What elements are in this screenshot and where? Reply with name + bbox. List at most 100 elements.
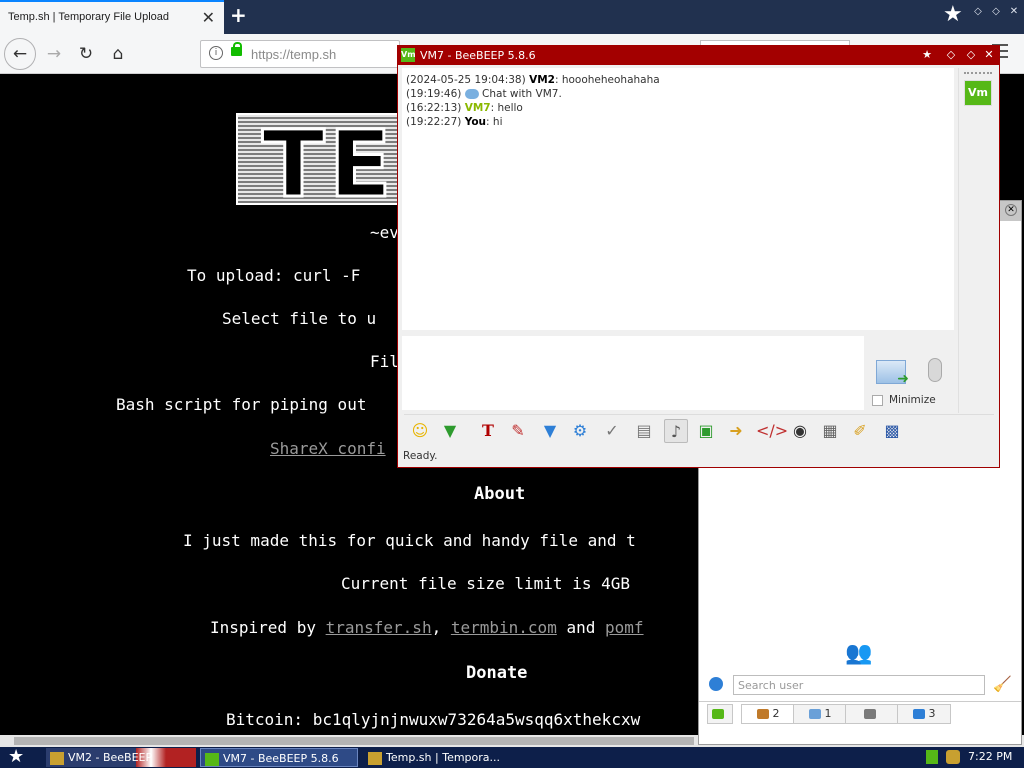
edit-icon[interactable]: ✐	[848, 419, 872, 443]
taskbar-item-vm7-beebeep[interactable]: VM7 - BeeBEEP 5.8.6	[200, 748, 358, 767]
spellcheck-icon[interactable]: ✓	[600, 419, 624, 443]
beebeep-icon	[50, 751, 64, 765]
taskbar-item-temp-sh[interactable]: Temp.sh | Tempora...	[364, 748, 504, 767]
url-text: https://temp.sh	[251, 47, 337, 62]
chat-toolbar: ☺ ▼ T ✎ ▼ ⚙ ✓ ▤ ♪ ▣ ➜ </> ◉ ▦ ✐ ▩	[404, 414, 994, 448]
close-icon[interactable]: ✕	[1005, 204, 1017, 216]
inspired-by-line: Inspired by transfer.sh, termbin.com and…	[210, 618, 644, 637]
checkbox[interactable]	[872, 394, 883, 406]
splitter-handle[interactable]	[964, 72, 992, 74]
tab-users[interactable]: 2	[741, 704, 795, 724]
forward-button[interactable]: →	[40, 40, 68, 68]
search-user-input[interactable]: Search user	[733, 675, 985, 695]
window-restore-icon[interactable]: ◇	[972, 6, 984, 18]
about-text: I just made this for quick and handy fil…	[183, 531, 636, 550]
chat-title-bar: Vm VM7 - BeeBEEP 5.8.6 ★ ◇ ◇ ✕	[398, 46, 999, 65]
back-button[interactable]: ←	[4, 38, 36, 70]
chat-bubble-icon	[464, 89, 479, 99]
donate-heading: Donate	[466, 663, 528, 683]
and-text: and	[566, 618, 596, 637]
chat-message: (19:19:46) Chat with VM7.	[406, 88, 562, 100]
browser-tab-strip: Temp.sh | Temporary File Upload ✕ + ★ ◇ …	[0, 0, 1024, 34]
window-maximize-icon[interactable]: ◇	[964, 48, 978, 62]
chat-message: (16:22:13) VM7: hello	[406, 102, 523, 114]
minimize-checkbox[interactable]: Minimize	[872, 394, 936, 406]
beebeep-chat-window: Vm VM7 - BeeBEEP 5.8.6 ★ ◇ ◇ ✕ (2024-05-…	[397, 45, 1000, 468]
users-icon	[756, 709, 769, 719]
home-button[interactable]: ⌂	[104, 40, 132, 68]
send-icon[interactable]	[876, 360, 909, 387]
status-bar: Ready.	[403, 450, 438, 462]
send-folder-icon[interactable]: ➜	[724, 419, 748, 443]
send-file-icon[interactable]: ▣	[694, 419, 718, 443]
save-icon[interactable]: ▩	[880, 419, 904, 443]
font-color-icon[interactable]: ✎	[506, 419, 530, 443]
chat-icon	[808, 709, 821, 719]
comma: ,	[431, 618, 442, 637]
reload-button[interactable]: ↻	[72, 40, 100, 68]
font-icon[interactable]: T	[476, 419, 500, 443]
filter-icon[interactable]: ▼	[538, 419, 562, 443]
scrollbar-thumb[interactable]	[14, 737, 694, 745]
share-icon	[912, 709, 925, 719]
transfer-sh-link[interactable]: transfer.sh	[326, 618, 432, 637]
expand-icon[interactable]: ▼	[438, 419, 462, 443]
emoticon-icon[interactable]: ☺	[408, 419, 432, 443]
inspired-prefix: Inspired by	[210, 618, 316, 637]
users-icon: 👥	[845, 641, 873, 666]
star-icon[interactable]: ★	[920, 48, 934, 62]
vm-avatar-icon: Vm	[401, 48, 416, 62]
tab-shares[interactable]: 3	[897, 704, 951, 724]
taskbar-clock: 7:22 PM	[968, 750, 1013, 763]
window-minimize-icon[interactable]: ◇	[944, 48, 958, 62]
about-heading: About	[474, 484, 526, 504]
member-avatar[interactable]: Vm	[964, 80, 992, 106]
select-file-text: Select file to u	[222, 309, 377, 328]
termbin-link[interactable]: termbin.com	[451, 618, 557, 637]
tagline: ~ev	[370, 223, 399, 242]
globe-icon	[709, 677, 723, 691]
taskbar: ★ VM2 - BeeBEEP VM7 - BeeBEEP 5.8.6 Temp…	[0, 747, 1024, 768]
tray-network-icon[interactable]	[926, 750, 938, 764]
upload-instruction: To upload: curl -F	[187, 266, 361, 285]
bitcoin-address: Bitcoin: bc1qlyjnjnwuxw73264a5wsqq6xthek…	[226, 710, 641, 729]
vm-icon	[205, 752, 219, 766]
code-icon[interactable]: </>	[756, 419, 788, 443]
window-close-icon[interactable]: ✕	[982, 48, 996, 62]
star-icon: ★	[943, 2, 963, 27]
temp-sh-logo: TE	[236, 110, 416, 220]
dictionary-icon[interactable]: ▤	[632, 419, 656, 443]
chat-message: (19:22:27) You: hi	[406, 116, 503, 128]
history-icon[interactable]: ▦	[818, 419, 842, 443]
lock-icon	[231, 42, 242, 56]
tab-groups[interactable]	[845, 704, 899, 724]
browser-tab-active[interactable]: Temp.sh | Temporary File Upload ✕	[0, 0, 224, 34]
address-bar[interactable]: i https://temp.sh	[200, 40, 400, 68]
sharex-config-link[interactable]: ShareX confi	[270, 439, 386, 458]
browser-icon	[368, 751, 382, 765]
chat-messages: (2024-05-25 19:04:38) VM2: hoooheheohaha…	[402, 68, 954, 330]
clear-search-icon[interactable]: 🧹	[993, 675, 1012, 693]
close-tab-icon[interactable]: ✕	[202, 8, 215, 27]
divider	[958, 68, 959, 413]
message-input[interactable]	[402, 336, 864, 410]
window-maximize-icon[interactable]: ◇	[990, 6, 1002, 18]
settings-icon[interactable]: ⚙	[568, 419, 592, 443]
window-close-icon[interactable]: ✕	[1008, 6, 1020, 18]
screenshot-icon[interactable]: ◉	[788, 419, 812, 443]
group-icon	[864, 709, 876, 719]
start-star-icon[interactable]: ★	[8, 747, 24, 767]
sound-icon[interactable]: ♪	[664, 419, 688, 443]
microphone-icon[interactable]	[928, 358, 942, 382]
taskbar-item-vm2-beebeep[interactable]: VM2 - BeeBEEP	[46, 748, 196, 767]
info-icon[interactable]: i	[209, 46, 223, 60]
pomf-link[interactable]: pomf	[605, 618, 644, 637]
new-tab-button[interactable]: +	[230, 3, 247, 27]
minimize-label: Minimize	[889, 394, 936, 406]
chat-window-title: VM7 - BeeBEEP 5.8.6	[420, 49, 536, 62]
tab-chats[interactable]: 1	[793, 704, 847, 724]
file-size-limit: Current file size limit is 4GB	[341, 574, 630, 593]
tray-beebeep-icon[interactable]	[946, 750, 960, 764]
status-icon[interactable]	[707, 704, 733, 724]
bash-script-text: Bash script for piping out	[116, 395, 367, 414]
